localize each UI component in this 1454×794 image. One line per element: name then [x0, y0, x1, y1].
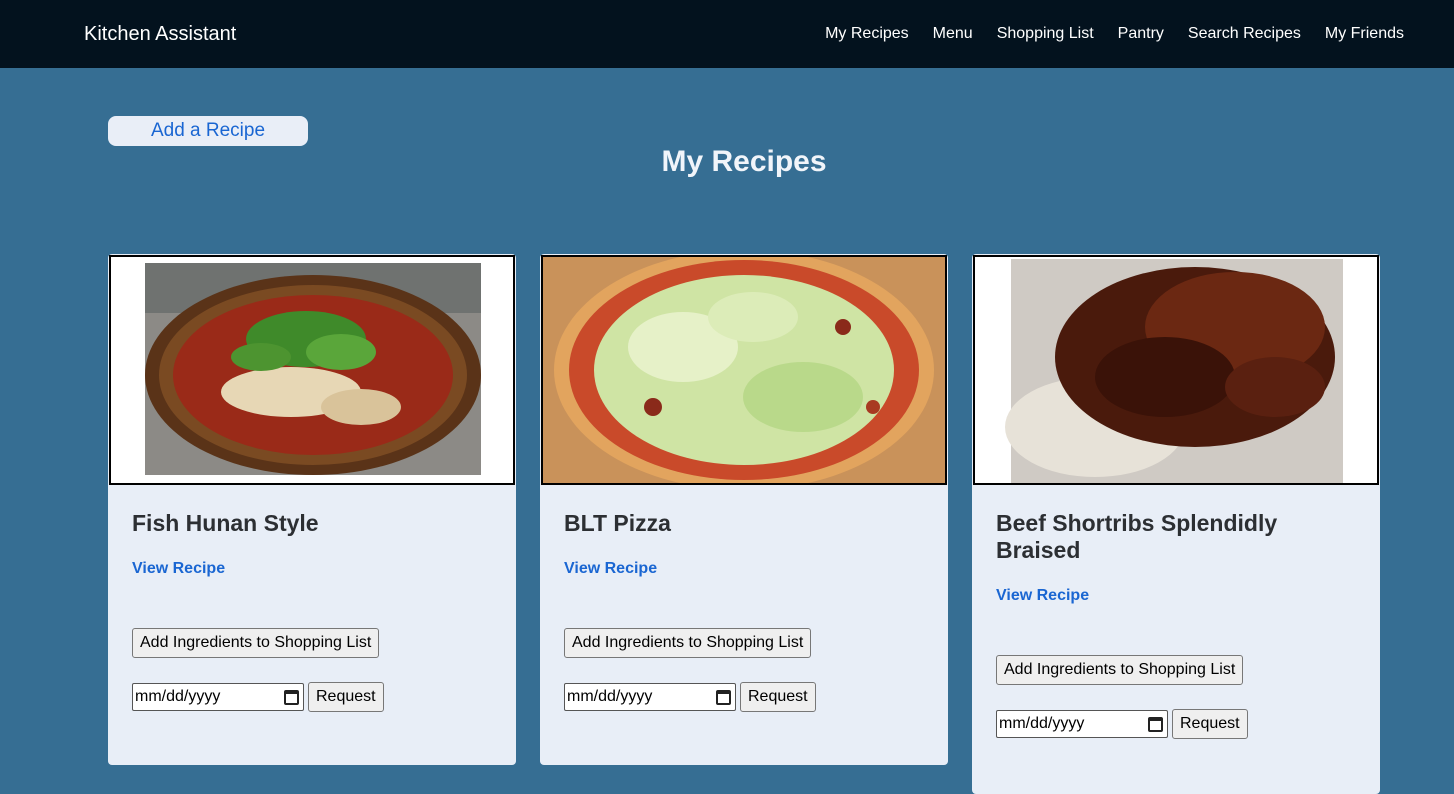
- beef-dish-image: [975, 257, 1377, 483]
- card-body: Fish Hunan Style View Recipe Add Ingredi…: [108, 486, 516, 712]
- recipe-image-fish-hunan: [109, 255, 515, 485]
- request-row: mm/dd/yyyy Request: [132, 682, 492, 712]
- date-input[interactable]: mm/dd/yyyy: [132, 683, 304, 711]
- date-placeholder: mm/dd/yyyy: [999, 715, 1085, 732]
- calendar-icon[interactable]: [1148, 716, 1163, 732]
- calendar-icon[interactable]: [716, 689, 731, 705]
- nav-links: My Recipes Menu Shopping List Pantry Sea…: [825, 25, 1404, 43]
- recipe-title: BLT Pizza: [564, 510, 671, 536]
- view-recipe-link[interactable]: View Recipe: [996, 587, 1356, 605]
- page-title: My Recipes: [661, 145, 827, 178]
- top-navbar: Kitchen Assistant My Recipes Menu Shoppi…: [0, 0, 1454, 68]
- recipe-card: Beef Shortribs Splendidly Braised View R…: [972, 254, 1380, 794]
- date-input[interactable]: mm/dd/yyyy: [564, 683, 736, 711]
- date-input[interactable]: mm/dd/yyyy: [996, 710, 1168, 738]
- view-recipe-link[interactable]: View Recipe: [564, 560, 924, 578]
- recipe-image-beef-shortribs: [973, 255, 1379, 485]
- add-ingredients-button[interactable]: Add Ingredients to Shopping List: [564, 628, 812, 658]
- date-placeholder: mm/dd/yyyy: [135, 688, 221, 705]
- recipe-card: Fish Hunan Style View Recipe Add Ingredi…: [108, 254, 516, 765]
- nav-search-recipes[interactable]: Search Recipes: [1188, 25, 1301, 43]
- recipe-title: Fish Hunan Style: [132, 510, 319, 536]
- card-body: Beef Shortribs Splendidly Braised View R…: [972, 486, 1380, 739]
- add-ingredients-button[interactable]: Add Ingredients to Shopping List: [132, 628, 380, 658]
- recipe-card: BLT Pizza View Recipe Add Ingredients to…: [540, 254, 948, 765]
- fish-dish-image: [111, 257, 513, 483]
- nav-menu[interactable]: Menu: [933, 25, 973, 43]
- nav-shopping-list[interactable]: Shopping List: [997, 25, 1094, 43]
- date-placeholder: mm/dd/yyyy: [567, 688, 653, 705]
- request-row: mm/dd/yyyy Request: [996, 709, 1356, 739]
- add-recipe-button[interactable]: Add a Recipe: [108, 116, 308, 146]
- recipe-image-blt-pizza: [541, 255, 947, 485]
- request-button[interactable]: Request: [308, 682, 384, 712]
- recipe-title: Beef Shortribs Splendidly Braised: [996, 510, 1278, 563]
- request-button[interactable]: Request: [740, 682, 816, 712]
- nav-my-friends[interactable]: My Friends: [1325, 25, 1404, 43]
- add-ingredients-button[interactable]: Add Ingredients to Shopping List: [996, 655, 1244, 685]
- view-recipe-link[interactable]: View Recipe: [132, 560, 492, 578]
- brand-title[interactable]: Kitchen Assistant: [84, 23, 236, 46]
- nav-pantry[interactable]: Pantry: [1118, 25, 1164, 43]
- request-row: mm/dd/yyyy Request: [564, 682, 924, 712]
- pizza-image: [543, 257, 945, 483]
- request-button[interactable]: Request: [1172, 709, 1248, 739]
- nav-my-recipes[interactable]: My Recipes: [825, 25, 909, 43]
- card-body: BLT Pizza View Recipe Add Ingredients to…: [540, 486, 948, 712]
- calendar-icon[interactable]: [284, 689, 299, 705]
